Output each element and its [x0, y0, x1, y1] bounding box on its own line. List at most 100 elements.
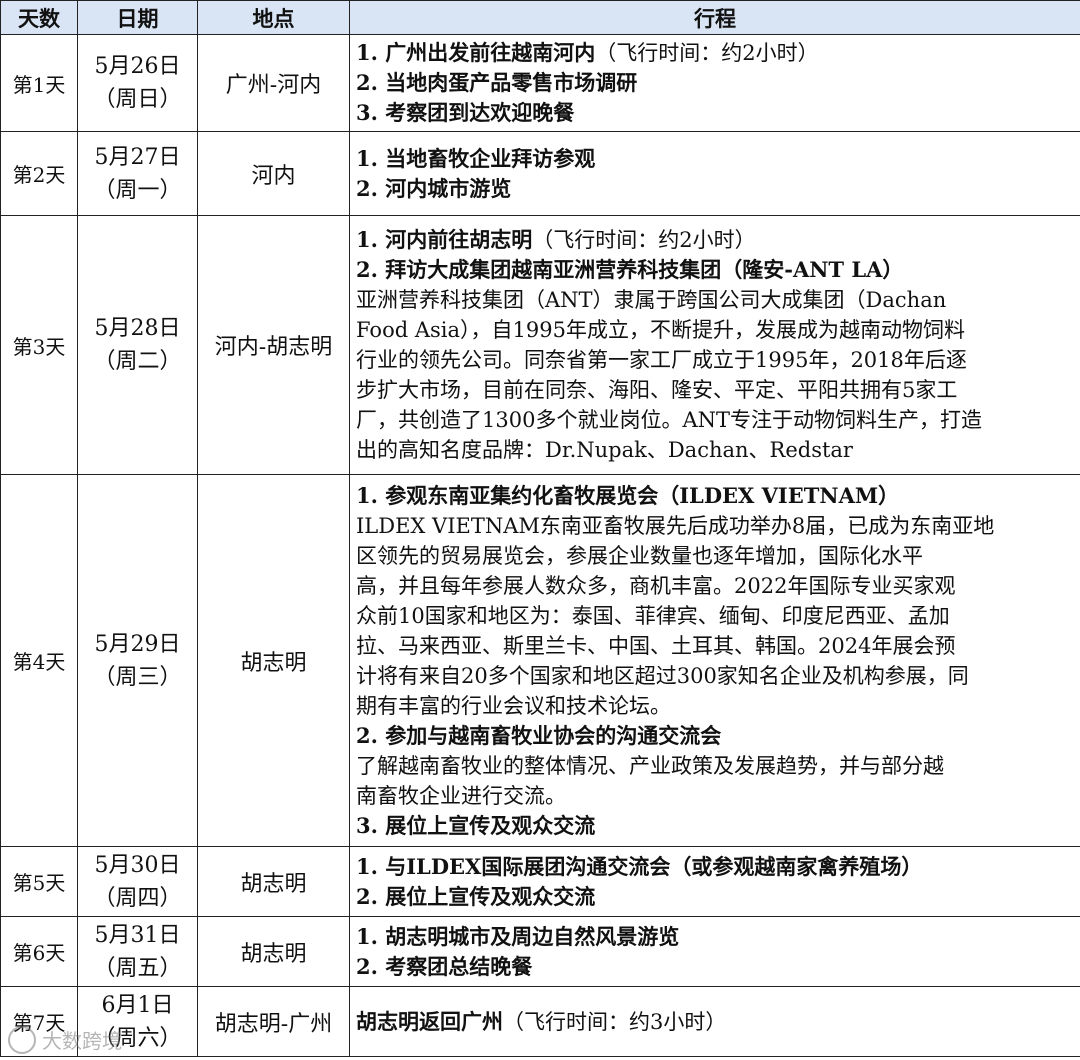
- place-cell: 胡志明-广州: [197, 986, 350, 1057]
- schedule-item-title: 3. 考察团到达欢迎晚餐: [356, 100, 575, 125]
- schedule-cell: 1. 与ILDEX国际展团沟通交流会（或参观越南家禽养殖场） 2. 展位上宣传及观…: [349, 846, 1080, 917]
- date-cell: 5月28日 （周二）: [77, 215, 198, 475]
- header-row: 天数 日期 地点 行程: [0, 0, 1080, 35]
- schedule-item-detail: 高，并且每年参展人数众多，商机丰富。2022年国际专业买家观: [356, 573, 956, 598]
- schedule-line: 1. 当地畜牧企业拜访参观: [356, 144, 1076, 174]
- schedule-item-detail: 了解越南畜牧业的整体情况、产业政策及发展趋势，并与部分越: [356, 753, 944, 778]
- date-cell: 5月29日 （周三）: [77, 474, 198, 847]
- schedule-item-title: 3. 展位上宣传及观众交流: [356, 812, 596, 838]
- date-text: 5月29日: [94, 631, 181, 657]
- day-cell: 第7天: [0, 986, 78, 1057]
- schedule-item-title: 2. 当地肉蛋产品零售市场调研: [356, 70, 638, 95]
- schedule-cell: 1. 胡志明城市及周边自然风景游览 2. 考察团总结晚餐: [349, 916, 1080, 987]
- schedule-line: 了解越南畜牧业的整体情况、产业政策及发展趋势，并与部分越: [356, 751, 1076, 781]
- place-cell: 胡志明: [197, 846, 350, 917]
- schedule-item-detail: ILDEX VIETNAM东南亚畜牧展先后成功举办8届，已成为东南亚地: [356, 513, 995, 538]
- place-cell: 胡志明: [197, 916, 350, 987]
- schedule-line: 亚洲营养科技集团（ANT）隶属于跨国公司大成集团（Dachan: [356, 285, 1076, 315]
- schedule-line: 2. 拜访大成集团越南亚洲营养科技集团（隆安-ANT LA）: [356, 255, 1076, 285]
- schedule-line: 2. 参加与越南畜牧业协会的沟通交流会: [356, 721, 1076, 751]
- schedule-line: 3. 展位上宣传及观众交流: [356, 811, 1076, 841]
- schedule-line: 南畜牧企业进行交流。: [356, 781, 1076, 811]
- schedule-line: 众前10国家和地区为：泰国、菲律宾、缅甸、印度尼西亚、孟加: [356, 601, 1076, 631]
- itinerary-body: 第1天 5月26日 （周日） 广州-河内 1. 广州出发前往越南河内（飞行时间：约2小时…: [0, 34, 1080, 1057]
- schedule-line: 1. 与ILDEX国际展团沟通交流会（或参观越南家禽养殖场）: [356, 852, 1076, 882]
- schedule-line: 胡志明返回广州（飞行时间：约3小时）: [356, 1007, 1076, 1037]
- schedule-line: 1. 胡志明城市及周边自然风景游览: [356, 922, 1076, 952]
- schedule-item-detail: （飞行时间：约3小时）: [503, 1009, 727, 1034]
- header-place: 地点: [197, 0, 350, 35]
- schedule-item-title: 1. 当地畜牧企业拜访参观: [356, 145, 596, 171]
- table-row: 第2天 5月27日 （周一） 河内 1. 当地畜牧企业拜访参观 2. 河内城市游览: [0, 131, 1080, 216]
- date-text: 6月1日: [101, 992, 174, 1018]
- day-cell: 第1天: [0, 34, 78, 132]
- place-cell: 河内-胡志明: [197, 215, 350, 475]
- header-date: 日期: [77, 0, 198, 35]
- schedule-item-title: 2. 河内城市游览: [356, 175, 512, 201]
- schedule-line: Food Asia），自1995年成立，不断提升，发展成为越南动物饲料: [356, 315, 1076, 345]
- schedule-item-detail: 众前10国家和地区为：泰国、菲律宾、缅甸、印度尼西亚、孟加: [356, 603, 950, 628]
- schedule-item-title: 2. 拜访大成集团越南亚洲营养科技集团（隆安-ANT LA）: [356, 257, 904, 282]
- schedule-item-detail: 区领先的贸易展览会，参展企业数量也逐年增加，国际化水平: [356, 543, 923, 568]
- schedule-item-detail: 期有丰富的行业会议和技术论坛。: [356, 693, 671, 718]
- schedule-line: 2. 展位上宣传及观众交流: [356, 882, 1076, 912]
- date-text: 5月28日: [94, 316, 181, 341]
- schedule-item-detail: 行业的领先公司。同奈省第一家工厂成立于1995年，2018年后逐: [356, 348, 967, 372]
- schedule-line: 厂，共创造了1300多个就业岗位。ANT专注于动物饲料生产，打造: [356, 405, 1076, 435]
- schedule-line: 2. 当地肉蛋产品零售市场调研: [356, 68, 1076, 98]
- date-cell: 5月30日 （周四）: [77, 846, 198, 917]
- day-cell: 第2天: [0, 131, 78, 216]
- date-cell: 5月26日 （周日）: [77, 34, 198, 132]
- schedule-item-title: 1. 与ILDEX国际展团沟通交流会（或参观越南家禽养殖场）: [356, 853, 923, 879]
- schedule-item-title: 1. 河内前往胡志明: [356, 227, 533, 252]
- schedule-cell: 1. 河内前往胡志明（飞行时间：约2小时） 2. 拜访大成集团越南亚洲营养科技集团…: [349, 215, 1080, 475]
- schedule-item-detail: 厂，共创造了1300多个就业岗位。ANT专注于动物饲料生产，打造: [356, 408, 982, 432]
- schedule-cell: 胡志明返回广州（飞行时间：约3小时）: [349, 986, 1080, 1057]
- header-schedule: 行程: [349, 0, 1080, 35]
- schedule-line: 2. 河内城市游览: [356, 174, 1076, 204]
- date-text: 5月26日: [94, 54, 181, 79]
- schedule-item-title: 1. 参观东南亚集约化畜牧展览会（ILDEX VIETNAM）: [356, 482, 900, 508]
- date-text: 5月31日: [94, 922, 181, 948]
- schedule-line: 步扩大市场，目前在同奈、海阳、隆安、平定、平阳共拥有5家工: [356, 375, 1076, 405]
- schedule-line: 1. 广州出发前往越南河内（飞行时间：约2小时）: [356, 38, 1076, 68]
- schedule-line: 计将有来自20多个国家和地区超过300家知名企业及机构参展，同: [356, 661, 1076, 691]
- schedule-item-title: 1. 胡志明城市及周边自然风景游览: [356, 923, 680, 949]
- schedule-item-detail: （飞行时间：约2小时）: [532, 228, 756, 252]
- schedule-item-title: 胡志明返回广州: [356, 1008, 503, 1034]
- schedule-line: 区领先的贸易展览会，参展企业数量也逐年增加，国际化水平: [356, 541, 1076, 571]
- schedule-cell: 1. 参观东南亚集约化畜牧展览会（ILDEX VIETNAM） ILDEX VIE…: [349, 474, 1080, 847]
- place-cell: 胡志明: [197, 474, 350, 847]
- day-cell: 第5天: [0, 846, 78, 917]
- day-cell: 第4天: [0, 474, 78, 847]
- weekday-text: （周一）: [93, 177, 182, 203]
- schedule-line: 2. 考察团总结晚餐: [356, 952, 1076, 982]
- weekday-text: （周五）: [93, 955, 182, 981]
- schedule-line: 3. 考察团到达欢迎晚餐: [356, 98, 1076, 128]
- schedule-line: 1. 河内前往胡志明（飞行时间：约2小时）: [356, 225, 1076, 255]
- table-row: 第7天 6月1日 （周六） 胡志明-广州 胡志明返回广州（飞行时间：约3小时）: [0, 986, 1080, 1057]
- table-row: 第5天 5月30日 （周四） 胡志明 1. 与ILDEX国际展团沟通交流会（或参观越南家…: [0, 846, 1080, 917]
- schedule-line: 出的高知名度品牌：Dr.Nupak、Dachan、Redstar: [356, 435, 1076, 465]
- schedule-item-detail: 拉、马来西亚、斯里兰卡、中国、土耳其、韩国。2024年展会预: [356, 633, 956, 658]
- schedule-line: 1. 参观东南亚集约化畜牧展览会（ILDEX VIETNAM）: [356, 481, 1076, 511]
- schedule-item-detail: 亚洲营养科技集团（ANT）隶属于跨国公司大成集团（Dachan: [356, 288, 947, 312]
- table-row: 第4天 5月29日 （周三） 胡志明 1. 参观东南亚集约化畜牧展览会（ILDEX VI…: [0, 474, 1080, 847]
- place-cell: 广州-河内: [197, 34, 350, 132]
- schedule-cell: 1. 当地畜牧企业拜访参观 2. 河内城市游览: [349, 131, 1080, 216]
- schedule-item-title: 2. 参加与越南畜牧业协会的沟通交流会: [356, 722, 722, 748]
- schedule-line: 行业的领先公司。同奈省第一家工厂成立于1995年，2018年后逐: [356, 345, 1076, 375]
- table-row: 第6天 5月31日 （周五） 胡志明 1. 胡志明城市及周边自然风景游览 2. 考察团总结…: [0, 916, 1080, 987]
- day-cell: 第6天: [0, 916, 78, 987]
- weekday-text: （周日）: [93, 87, 182, 112]
- weekday-text: （周四）: [93, 885, 182, 911]
- weekday-text: （周二）: [93, 349, 182, 374]
- date-text: 5月30日: [94, 852, 181, 878]
- schedule-item-title: 2. 考察团总结晚餐: [356, 953, 533, 979]
- schedule-line: 高，并且每年参展人数众多，商机丰富。2022年国际专业买家观: [356, 571, 1076, 601]
- place-cell: 河内: [197, 131, 350, 216]
- date-text: 5月27日: [94, 144, 181, 170]
- schedule-cell: 1. 广州出发前往越南河内（飞行时间：约2小时） 2. 当地肉蛋产品零售市场调研 3…: [349, 34, 1080, 132]
- schedule-item-title: 1. 广州出发前往越南河内: [356, 40, 596, 65]
- date-cell: 5月31日 （周五）: [77, 916, 198, 987]
